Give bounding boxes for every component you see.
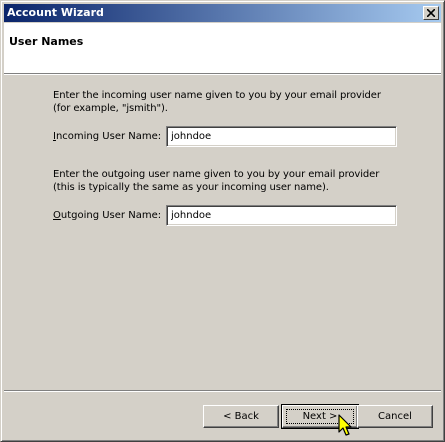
title-bar[interactable]: Account Wizard [4, 4, 441, 22]
outgoing-username-input[interactable] [171, 208, 391, 223]
outgoing-label-mnemonic: O [53, 210, 61, 221]
cancel-button[interactable]: Cancel [357, 405, 433, 428]
incoming-username-label: Incoming User Name: [53, 131, 161, 142]
outgoing-description: Enter the outgoing user name given to yo… [53, 169, 380, 193]
outgoing-username-field[interactable] [166, 205, 397, 226]
header-divider [4, 73, 441, 75]
wizard-header: User Names [4, 23, 441, 73]
footer-divider [4, 390, 441, 392]
close-icon [427, 9, 435, 17]
incoming-label-text: ncoming User Name: [55, 131, 162, 142]
incoming-username-field[interactable] [166, 126, 397, 147]
back-button[interactable]: < Back [203, 405, 279, 428]
outgoing-username-label: Outgoing User Name: [53, 210, 161, 221]
page-title: User Names [9, 35, 84, 48]
incoming-username-input[interactable] [171, 129, 391, 144]
outgoing-label-text: utgoing User Name: [60, 210, 162, 221]
incoming-description: Enter the incoming user name given to yo… [53, 90, 381, 114]
mouse-pointer-icon [338, 414, 352, 436]
account-wizard-window: Account Wizard User Names Enter the inco… [0, 0, 445, 442]
close-button[interactable] [423, 6, 439, 20]
window-title: Account Wizard [7, 6, 104, 19]
